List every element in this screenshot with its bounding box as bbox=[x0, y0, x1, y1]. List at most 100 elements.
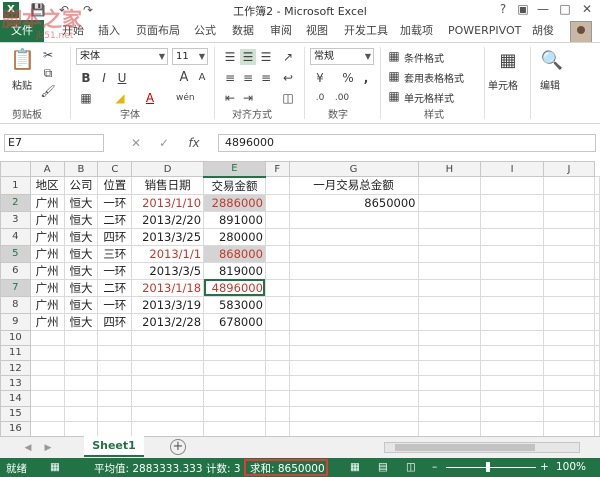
tab-view[interactable]: 视图 bbox=[306, 20, 328, 42]
cell-f5[interactable] bbox=[264, 244, 290, 263]
row-header[interactable]: 6 bbox=[0, 261, 31, 280]
enter-icon[interactable]: ✓ bbox=[156, 135, 172, 151]
grow-font-icon[interactable]: A bbox=[176, 70, 192, 86]
zoom-slider-thumb[interactable] bbox=[486, 462, 490, 472]
cell-e8[interactable]: 583000 bbox=[203, 295, 266, 314]
editing-button[interactable]: 编辑 bbox=[540, 77, 560, 92]
cell-j3[interactable] bbox=[542, 210, 596, 229]
cell-b14[interactable] bbox=[63, 390, 99, 407]
cell-c2[interactable]: 一环 bbox=[97, 193, 133, 212]
align-center-icon[interactable]: ≡ bbox=[240, 70, 256, 86]
cell-a16[interactable] bbox=[29, 420, 65, 436]
cell-d2[interactable]: 2013/1/10 bbox=[131, 193, 205, 212]
cell-h11[interactable] bbox=[417, 344, 482, 362]
cell-b5[interactable]: 恒大 bbox=[63, 244, 99, 263]
align-top-icon[interactable]: ☰ bbox=[222, 49, 238, 65]
cell-a10[interactable] bbox=[29, 329, 65, 346]
insert-function-icon[interactable]: fx bbox=[186, 135, 202, 151]
cell-c9[interactable]: 四环 bbox=[97, 312, 133, 331]
cell-f14[interactable] bbox=[264, 390, 290, 407]
cell-g16[interactable] bbox=[288, 420, 419, 436]
cell-h12[interactable] bbox=[417, 360, 482, 377]
normal-view-icon[interactable]: ▦ bbox=[350, 461, 360, 473]
cell-j4[interactable] bbox=[542, 227, 596, 246]
cell-a11[interactable] bbox=[29, 344, 65, 362]
paste-button[interactable]: 粘贴 bbox=[12, 77, 32, 92]
tab-insert[interactable]: 插入 bbox=[98, 20, 120, 42]
cell-h10[interactable] bbox=[417, 329, 482, 346]
cell-c14[interactable] bbox=[97, 390, 133, 407]
cell-c13[interactable] bbox=[97, 375, 133, 392]
conditional-format-button[interactable]: 条件格式 bbox=[404, 50, 444, 65]
tab-developer[interactable]: 开发工具 bbox=[344, 20, 388, 42]
column-header-h[interactable]: H bbox=[417, 161, 482, 178]
cell-c7[interactable]: 二环 bbox=[97, 278, 133, 297]
column-header-b[interactable]: B bbox=[63, 161, 99, 178]
align-middle-icon[interactable]: ☰ bbox=[240, 49, 256, 65]
cell-d9[interactable]: 2013/2/28 bbox=[131, 312, 205, 331]
add-sheet-icon[interactable]: + bbox=[170, 439, 186, 455]
cell-b10[interactable] bbox=[63, 329, 99, 346]
cell-i16[interactable] bbox=[480, 420, 544, 436]
cell-g12[interactable] bbox=[288, 360, 419, 377]
cell-b13[interactable] bbox=[63, 375, 99, 392]
cell-b9[interactable]: 恒大 bbox=[63, 312, 99, 331]
tab-data[interactable]: 数据 bbox=[232, 20, 254, 42]
cell-e15[interactable] bbox=[203, 405, 266, 422]
cell-h5[interactable] bbox=[417, 244, 482, 263]
cell-g8[interactable] bbox=[288, 295, 419, 314]
italic-icon[interactable]: I bbox=[96, 70, 112, 86]
sum-status[interactable]: 求和: 8650000 bbox=[250, 461, 325, 476]
tab-sheet1[interactable]: Sheet1 bbox=[84, 436, 144, 457]
percent-icon[interactable]: % bbox=[340, 70, 356, 86]
font-name-combo[interactable]: 宋体 ▼ bbox=[76, 48, 168, 65]
cell-b2[interactable]: 恒大 bbox=[63, 193, 99, 212]
cell-b11[interactable] bbox=[63, 344, 99, 362]
user-name[interactable]: 胡俊 bbox=[532, 20, 554, 42]
shrink-font-icon[interactable]: A bbox=[194, 70, 210, 86]
cell-g9[interactable] bbox=[288, 312, 419, 331]
column-header-j[interactable]: J bbox=[542, 161, 596, 178]
ribbon-display-icon[interactable]: ▣ bbox=[514, 1, 532, 17]
cell-j6[interactable] bbox=[542, 261, 596, 280]
cell-i8[interactable] bbox=[480, 295, 544, 314]
cell-g14[interactable] bbox=[288, 390, 419, 407]
increase-indent-icon[interactable]: ⇥ bbox=[240, 90, 256, 106]
cell-g4[interactable] bbox=[288, 227, 419, 246]
row-header[interactable]: 4 bbox=[0, 227, 31, 246]
cell-f9[interactable] bbox=[264, 312, 290, 331]
cell-b4[interactable]: 恒大 bbox=[63, 227, 99, 246]
cell-j1[interactable] bbox=[542, 176, 596, 195]
zoom-out-icon[interactable]: – bbox=[432, 461, 437, 473]
align-right-icon[interactable]: ≡ bbox=[258, 70, 274, 86]
decrease-indent-icon[interactable]: ⇤ bbox=[222, 90, 238, 106]
page-layout-view-icon[interactable]: ▤ bbox=[378, 461, 388, 473]
cell-c10[interactable] bbox=[97, 329, 133, 346]
cell-g10[interactable] bbox=[288, 329, 419, 346]
cell-i14[interactable] bbox=[480, 390, 544, 407]
tab-review[interactable]: 审阅 bbox=[270, 20, 292, 42]
row-header[interactable]: 1 bbox=[0, 176, 31, 195]
cell-e16[interactable] bbox=[203, 420, 266, 436]
cell-d13[interactable] bbox=[131, 375, 205, 392]
cell-a12[interactable] bbox=[29, 360, 65, 377]
cell-e6[interactable]: 819000 bbox=[203, 261, 266, 280]
cell-b7[interactable]: 恒大 bbox=[63, 278, 99, 297]
format-painter-icon[interactable]: 🖌 bbox=[40, 83, 56, 99]
font-size-combo[interactable]: 11 ▼ bbox=[172, 48, 208, 65]
cell-b1[interactable]: 公司 bbox=[63, 176, 99, 195]
cell-j16[interactable] bbox=[542, 420, 596, 436]
cell-f6[interactable] bbox=[264, 261, 290, 280]
cell-d12[interactable] bbox=[131, 360, 205, 377]
cell-j15[interactable] bbox=[542, 405, 596, 422]
zoom-in-icon[interactable]: + bbox=[540, 461, 549, 473]
cell-i1[interactable] bbox=[480, 176, 544, 195]
cell-i4[interactable] bbox=[480, 227, 544, 246]
cell-c11[interactable] bbox=[97, 344, 133, 362]
row-header[interactable]: 14 bbox=[0, 390, 31, 407]
cell-a9[interactable]: 广州 bbox=[29, 312, 65, 331]
name-box[interactable]: E7 bbox=[4, 134, 104, 152]
close-icon[interactable]: ✕ bbox=[578, 1, 596, 17]
cell-e11[interactable] bbox=[203, 344, 266, 362]
cell-d5[interactable]: 2013/1/1 bbox=[131, 244, 205, 263]
